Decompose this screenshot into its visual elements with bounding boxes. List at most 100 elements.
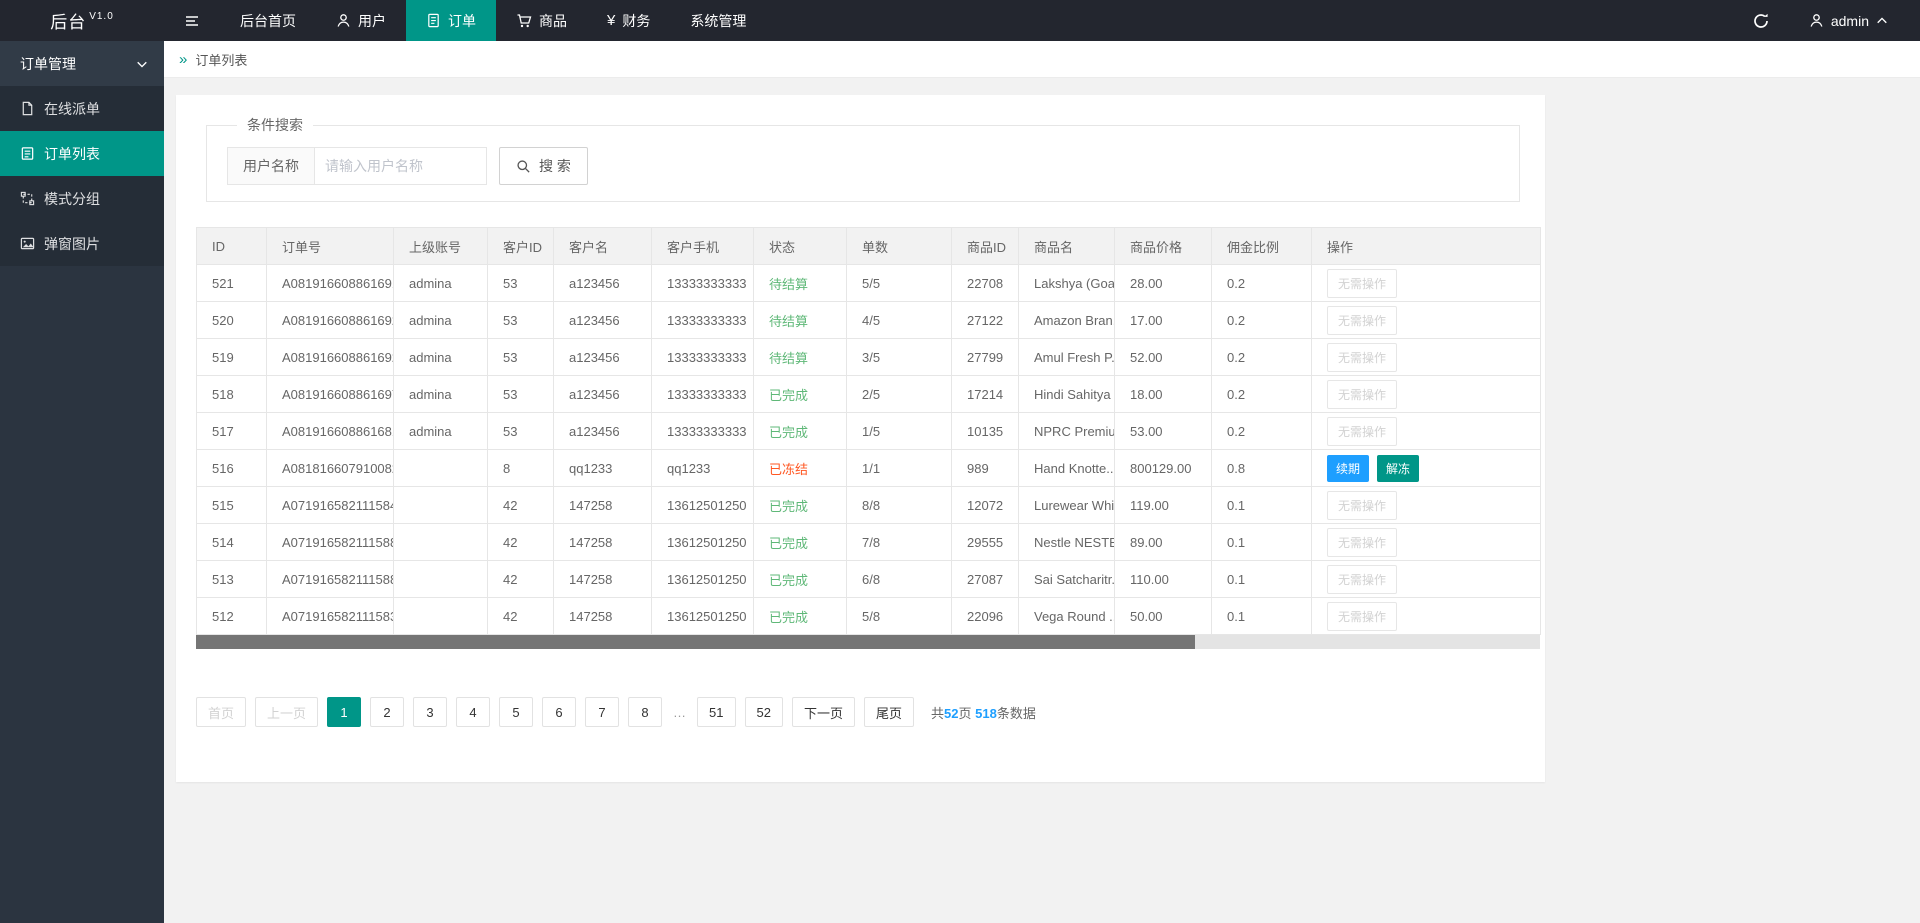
nav-item-finance[interactable]: ¥ 财务 <box>587 0 670 41</box>
nav-item-goods[interactable]: 商品 <box>496 0 587 41</box>
cell-status: 已完成 <box>754 524 847 561</box>
nav-menu-right: admin <box>1733 0 1920 41</box>
sidebar-item-popup-image[interactable]: 弹窗图片 <box>0 221 164 266</box>
image-icon <box>20 236 35 251</box>
summary-total-items: 518 <box>975 706 997 721</box>
page-button-page-2[interactable]: 2 <box>370 697 404 727</box>
search-legend: 条件搜索 <box>237 115 313 135</box>
page-button-page-52[interactable]: 52 <box>745 697 783 727</box>
cell-id: 512 <box>197 598 267 635</box>
cell-customer_name: 147258 <box>554 561 652 598</box>
cell-status: 已完成 <box>754 561 847 598</box>
page-button-page-4[interactable]: 4 <box>456 697 490 727</box>
cell-price: 119.00 <box>1115 487 1212 524</box>
sidebar-item-mode-group[interactable]: 模式分组 <box>0 176 164 221</box>
page-button-page-5[interactable]: 5 <box>499 697 533 727</box>
unfreeze-button[interactable]: 解冻 <box>1377 455 1419 482</box>
column-header-product_name: 商品名 <box>1019 228 1115 265</box>
cell-customer_id: 42 <box>488 524 554 561</box>
nav-item-label: 后台首页 <box>240 11 296 31</box>
sidebar-section-order-management[interactable]: 订单管理 <box>0 41 164 86</box>
cell-customer_id: 8 <box>488 450 554 487</box>
page-button-page-6[interactable]: 6 <box>542 697 576 727</box>
page-button-page-8[interactable]: 8 <box>628 697 662 727</box>
cell-customer_phone: 13612501250 <box>652 524 754 561</box>
cell-price: 110.00 <box>1115 561 1212 598</box>
cell-id: 517 <box>197 413 267 450</box>
cell-customer_name: a123456 <box>554 376 652 413</box>
cell-customer_phone: 13612501250 <box>652 598 754 635</box>
column-header-parent_account: 上级账号 <box>394 228 488 265</box>
pagination-summary: 共52页 518条数据 <box>931 703 1036 722</box>
nav-item-home[interactable]: 后台首页 <box>220 0 316 41</box>
collapse-sidebar-button[interactable] <box>164 0 220 41</box>
app-version: V1.0 <box>89 11 114 22</box>
cell-commission: 0.1 <box>1212 598 1312 635</box>
page-button-next[interactable]: 下一页 <box>792 697 855 727</box>
table-row: 520A08191660886169248admina53a1234561333… <box>197 302 1541 339</box>
page-button-last[interactable]: 尾页 <box>864 697 914 727</box>
chevron-up-icon <box>1876 15 1888 27</box>
cell-product_id: 22708 <box>952 265 1019 302</box>
cell-order_no: A08191660886169163 <box>267 265 394 302</box>
sidebar-item-online-dispatch[interactable]: 在线派单 <box>0 86 164 131</box>
cell-count: 6/8 <box>847 561 952 598</box>
cell-id: 515 <box>197 487 267 524</box>
page-button-page-1[interactable]: 1 <box>327 697 361 727</box>
cell-id: 514 <box>197 524 267 561</box>
cell-order_no: A08191660886168152 <box>267 413 394 450</box>
cell-order_no: A08191660886169788 <box>267 376 394 413</box>
page-button-page-51[interactable]: 51 <box>697 697 735 727</box>
cell-parent_account: admina <box>394 339 488 376</box>
group-icon <box>20 191 35 206</box>
cell-customer_phone: 13333333333 <box>652 302 754 339</box>
cell-action: 无需操作 <box>1312 302 1541 339</box>
renew-button[interactable]: 续期 <box>1327 455 1369 482</box>
cell-commission: 0.1 <box>1212 561 1312 598</box>
nav-item-system[interactable]: 系统管理 <box>670 0 766 41</box>
column-header-product_id: 商品ID <box>952 228 1019 265</box>
yen-icon: ¥ <box>607 12 615 29</box>
page-button-page-3[interactable]: 3 <box>413 697 447 727</box>
cell-product_id: 10135 <box>952 413 1019 450</box>
page-button-page-7[interactable]: 7 <box>585 697 619 727</box>
cell-parent_account <box>394 561 488 598</box>
cell-status: 已完成 <box>754 487 847 524</box>
status-badge: 已完成 <box>769 425 808 440</box>
sidebar-item-order-list[interactable]: 订单列表 <box>0 131 164 176</box>
table-row: 515A071916582111584674214725813612501250… <box>197 487 1541 524</box>
cell-customer_id: 42 <box>488 598 554 635</box>
cell-status: 待结算 <box>754 339 847 376</box>
cell-product_name: Lakshya (Goal... <box>1019 265 1115 302</box>
user-menu[interactable]: admin <box>1789 0 1908 41</box>
cell-customer_id: 53 <box>488 413 554 450</box>
nav-item-orders[interactable]: 订单 <box>406 0 496 41</box>
cell-status: 已完成 <box>754 598 847 635</box>
horizontal-scrollbar-track <box>196 635 1540 649</box>
content-card: 条件搜索 用户名称 搜 索 ID订单号上级账号客户ID客户名客户手机状态单数商品… <box>176 95 1545 782</box>
cell-price: 28.00 <box>1115 265 1212 302</box>
refresh-button[interactable] <box>1733 0 1789 41</box>
sidebar: 订单管理 在线派单订单列表模式分组弹窗图片 <box>0 41 164 923</box>
cell-commission: 0.1 <box>1212 487 1312 524</box>
page-button-first: 首页 <box>196 697 246 727</box>
pagination-buttons: 首页上一页12345678…5152下一页尾页 <box>196 697 914 727</box>
search-button[interactable]: 搜 索 <box>499 147 588 185</box>
no-action-button: 无需操作 <box>1327 380 1397 409</box>
cell-price: 17.00 <box>1115 302 1212 339</box>
status-badge: 已完成 <box>769 536 808 551</box>
cell-order_no: A08191660886169298 <box>267 339 394 376</box>
cell-parent_account <box>394 598 488 635</box>
pagination: 首页上一页12345678…5152下一页尾页 共52页 518条数据 <box>196 697 1545 727</box>
cell-count: 4/5 <box>847 302 952 339</box>
username-search-input[interactable] <box>315 147 487 185</box>
nav-item-users[interactable]: 用户 <box>316 0 406 41</box>
horizontal-scrollbar-thumb[interactable] <box>196 635 1195 649</box>
cell-count: 5/5 <box>847 265 952 302</box>
cell-parent_account: admina <box>394 376 488 413</box>
nav-item-label: 财务 <box>622 11 650 31</box>
cell-id: 516 <box>197 450 267 487</box>
user-icon <box>1809 13 1824 28</box>
nav-item-label: 订单 <box>448 11 476 31</box>
cell-product_name: Hindi Sahitya ... <box>1019 376 1115 413</box>
